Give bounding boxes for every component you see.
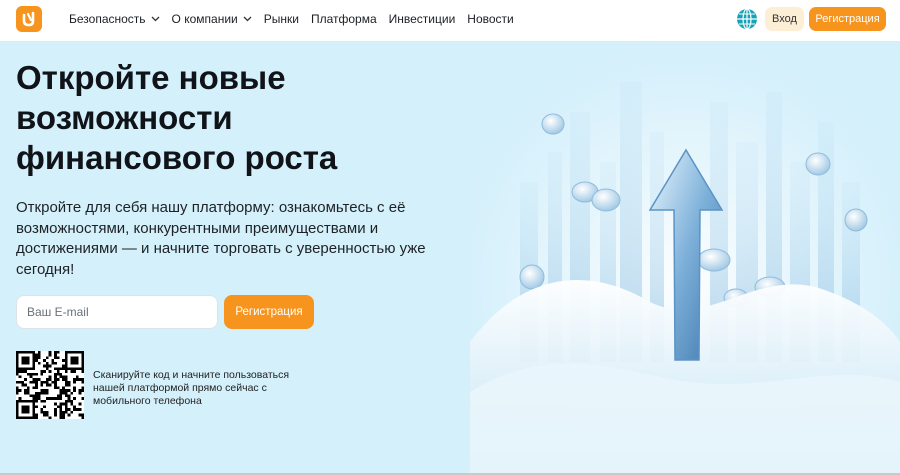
- main-nav: Безопасность О компании Рынки Платформа Инве…: [69, 0, 526, 38]
- nav-item-label: О компании: [171, 12, 238, 26]
- hero-register-button[interactable]: Регистрация: [224, 295, 314, 329]
- email-input[interactable]: [16, 295, 218, 329]
- hero-illustration: [470, 42, 900, 475]
- hero-subtitle: Откройте для себя нашу платформу: ознако…: [16, 199, 426, 278]
- nav-item[interactable]: Платформа: [311, 12, 377, 26]
- hero-title: Откройте новые возможности финансового р…: [16, 58, 416, 178]
- nav-item[interactable]: Безопасность: [69, 12, 160, 26]
- qr-code: [16, 351, 84, 419]
- nav-item-label: Безопасность: [69, 12, 146, 26]
- hero-title-line: возможности: [16, 99, 233, 136]
- login-button[interactable]: Вход: [765, 7, 804, 31]
- chevron-down-icon: [243, 16, 252, 22]
- site-header: Безопасность О компании Рынки Платформа Инве…: [0, 0, 900, 42]
- hero-title-line: Откройте новые: [16, 59, 286, 96]
- nav-item[interactable]: Новости: [467, 12, 513, 26]
- nav-item-label: Рынки: [263, 12, 299, 26]
- logo-icon: [22, 11, 35, 27]
- chevron-down-icon: [151, 16, 160, 22]
- hero-title-line: финансового роста: [16, 139, 338, 176]
- qr-caption: Сканируйте код и начните пользоваться на…: [93, 369, 290, 407]
- nav-item[interactable]: О компании: [172, 12, 252, 26]
- brand-logo[interactable]: [16, 6, 42, 32]
- nav-item-label: Новости: [467, 12, 514, 26]
- nav-item[interactable]: Инвестиции: [389, 12, 456, 26]
- nav-item-label: Платформа: [310, 12, 377, 26]
- globe-icon[interactable]: [736, 8, 758, 30]
- header-register-button[interactable]: Регистрация: [809, 7, 886, 31]
- nav-item-label: Инвестиции: [388, 12, 456, 26]
- nav-item[interactable]: Рынки: [264, 12, 299, 26]
